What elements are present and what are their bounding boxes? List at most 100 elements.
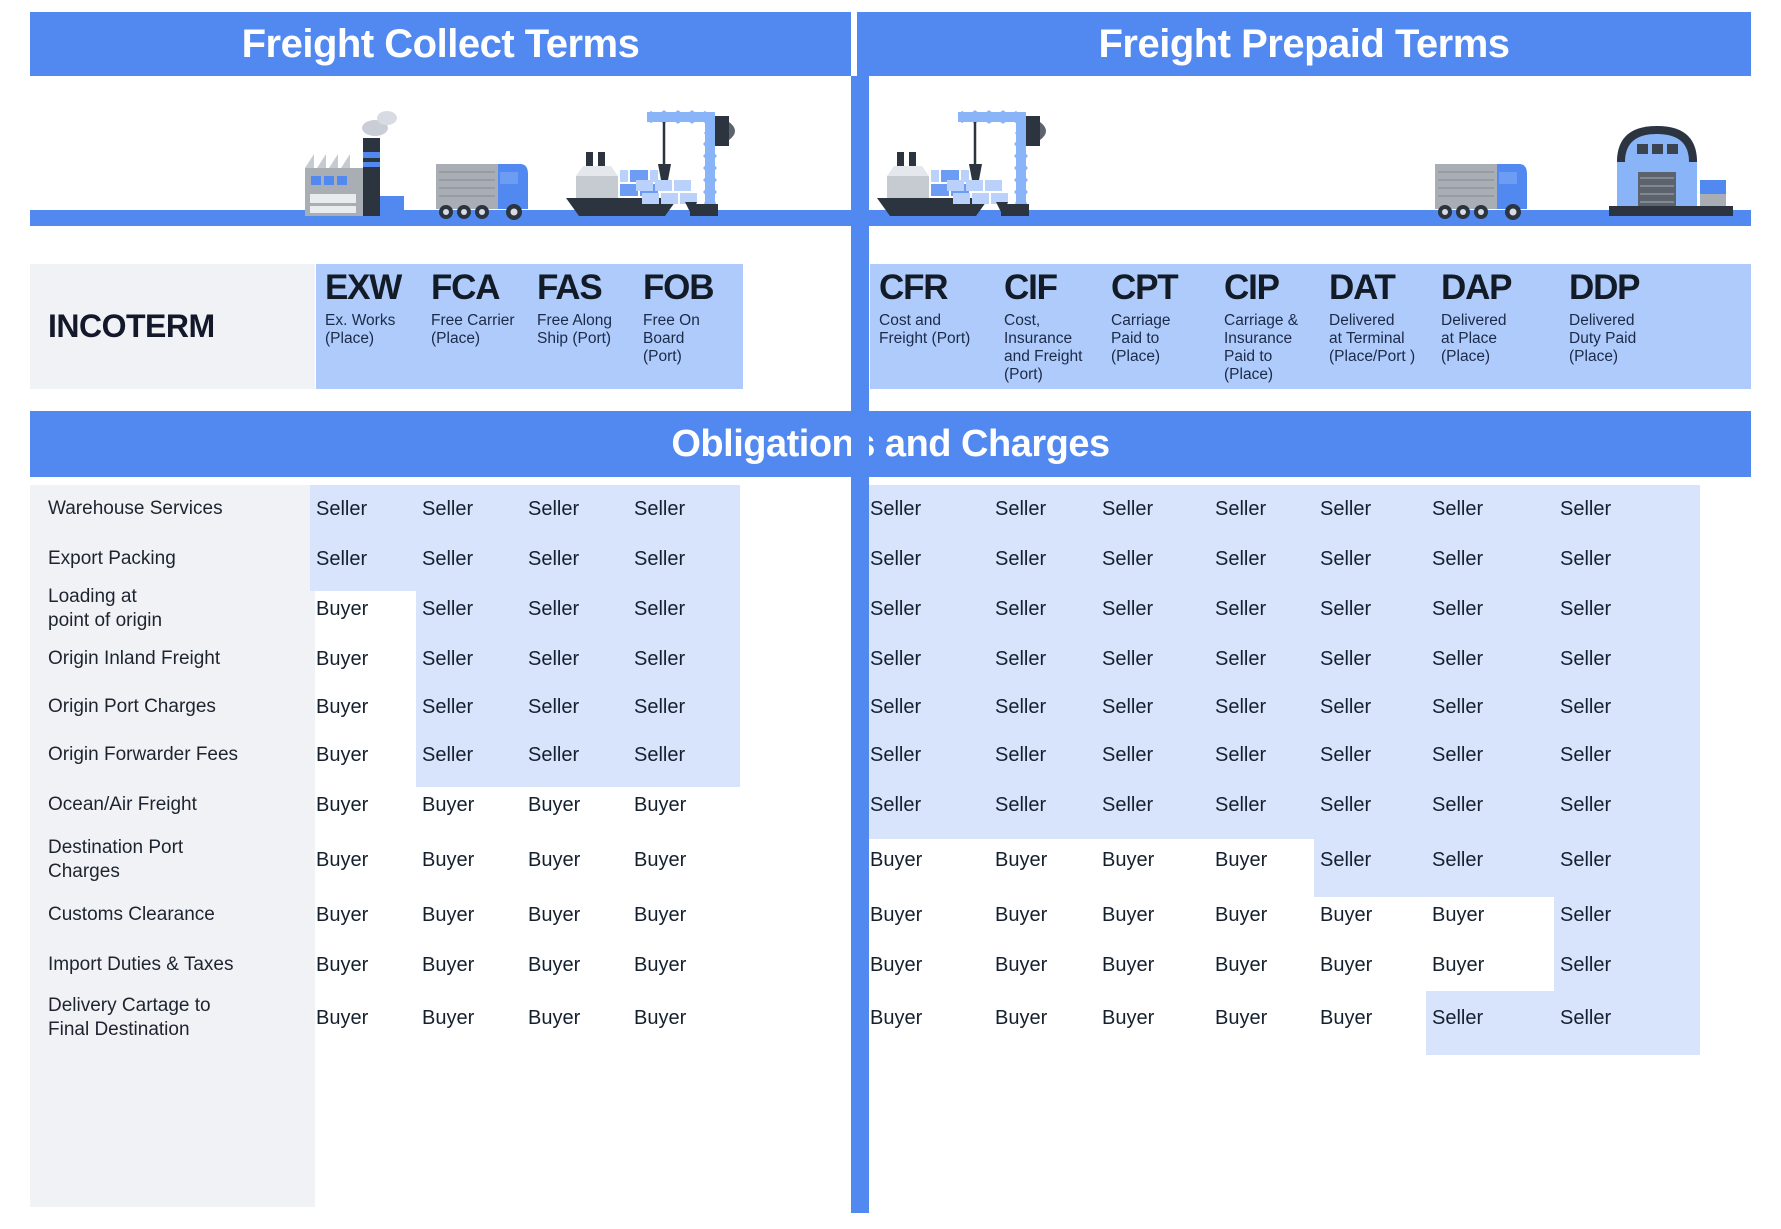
obligation-cell: Seller: [422, 547, 474, 570]
incoterm-subtitle: Free Carrier (Place): [431, 312, 515, 347]
obligation-cell: Buyer: [528, 793, 581, 816]
incoterm-col-fob: FOB Free On Board (Port): [634, 264, 740, 389]
incoterm-col-cif: CIF Cost, Insurance and Freight (Port): [995, 264, 1102, 389]
obligation-cell: Buyer: [1102, 953, 1155, 976]
obligation-cell: Seller: [528, 497, 580, 520]
obligation-cell: Seller: [995, 695, 1047, 718]
obligation-cell: Seller: [1432, 695, 1484, 718]
obligation-cell: Buyer: [1320, 903, 1373, 926]
incoterm-code: EXW: [325, 268, 402, 307]
obligation-cell: Seller: [422, 743, 474, 766]
incoterm-code: CIF: [1004, 268, 1058, 307]
incoterm-code: DDP: [1569, 268, 1640, 307]
freight-collect-banner: Freight Collect Terms: [30, 12, 851, 76]
prepaid-scene: [877, 110, 1733, 220]
obligation-cell: Seller: [1320, 497, 1372, 520]
obligation-cell: Seller: [995, 793, 1047, 816]
warehouse-icon: [1609, 126, 1733, 216]
obligation-cell: Seller: [528, 547, 580, 570]
obligation-cell: Buyer: [316, 848, 369, 871]
obligation-cell: Seller: [422, 647, 474, 670]
obligation-cell: Buyer: [1432, 953, 1485, 976]
obligation-cell: Seller: [634, 647, 686, 670]
incoterm-col-cip: CIP Carriage & Insurance Paid to (Place): [1215, 264, 1320, 389]
obligation-cell: Buyer: [995, 1006, 1048, 1029]
obligation-cell: Seller: [870, 743, 922, 766]
obligation-row-label: Destination Port Charges: [48, 837, 184, 882]
obligation-cell: Seller: [995, 497, 1047, 520]
obligation-cell: Buyer: [1215, 1006, 1268, 1029]
obligation-cell: Seller: [1560, 497, 1612, 520]
incoterm-col-exw: EXW Ex. Works (Place): [316, 264, 422, 389]
obligation-cell: Seller: [528, 647, 580, 670]
obligation-cell: Seller: [1560, 647, 1612, 670]
incoterm-subtitle: Cost, Insurance and Freight (Port): [1004, 312, 1083, 383]
obligation-cell: Buyer: [316, 793, 369, 816]
incoterm-col-cfr: CFR Cost and Freight (Port): [870, 264, 995, 389]
obligation-cell: Seller: [1320, 597, 1372, 620]
obligation-row-label: Export Packing: [48, 548, 176, 569]
incoterm-subtitle: Carriage & Insurance Paid to (Place): [1224, 312, 1299, 383]
obligation-cell: Buyer: [870, 903, 923, 926]
obligations-matrix: Warehouse Services Seller Seller Seller Sell…: [0, 485, 1781, 1213]
obligation-cell: Seller: [1102, 695, 1154, 718]
obligation-cell: Seller: [1320, 695, 1372, 718]
obligation-cell: Buyer: [316, 903, 369, 926]
incoterm-col-dat: DAT Delivered at Terminal (Place/Port ): [1320, 264, 1432, 389]
truck-icon: [1435, 164, 1527, 220]
incoterm-label: INCOTERM: [48, 308, 215, 344]
obligation-row-label: Loading at point of origin: [48, 586, 163, 631]
incoterm-header-prepaid: CFR Cost and Freight (Port) CIF Cost, Insur…: [870, 264, 1751, 389]
incoterm-code: DAT: [1329, 268, 1396, 307]
obligation-cell: Seller: [1560, 953, 1612, 976]
obligation-cell: Seller: [1102, 647, 1154, 670]
obligation-cell: Seller: [995, 647, 1047, 670]
collect-scene: [305, 110, 735, 220]
incoterm-subtitle: Delivered at Terminal (Place/Port ): [1329, 312, 1416, 365]
obligation-cell: Buyer: [528, 848, 581, 871]
obligation-cell: Seller: [1432, 1006, 1484, 1029]
obligation-cell: Seller: [1215, 793, 1267, 816]
obligation-cell: Seller: [995, 597, 1047, 620]
obligation-cell: Buyer: [1102, 1006, 1155, 1029]
obligation-cell: Seller: [634, 547, 686, 570]
obligation-cell: Buyer: [1215, 848, 1268, 871]
obligation-cell: Seller: [422, 497, 474, 520]
obligation-cell: Seller: [1560, 695, 1612, 718]
obligation-cell: Seller: [1432, 743, 1484, 766]
port-crane-icon: [947, 110, 1046, 216]
obligation-cell: Buyer: [528, 953, 581, 976]
obligation-cell: Seller: [634, 497, 686, 520]
incoterm-header-collect: EXW Ex. Works (Place) FCA Free Carrier (Pla…: [316, 264, 743, 389]
port-crane-icon: [636, 110, 735, 216]
obligation-cell: Seller: [1560, 793, 1612, 816]
prepaid-illustration-panel: [857, 76, 1751, 236]
incoterm-code: FAS: [537, 268, 603, 307]
obligation-cell: Buyer: [634, 793, 687, 816]
obligation-cell: Seller: [1560, 848, 1612, 871]
incoterm-code: CPT: [1111, 268, 1179, 307]
obligation-cell: Seller: [316, 547, 368, 570]
obligation-cell: Seller: [1215, 743, 1267, 766]
truck-icon: [436, 164, 528, 220]
obligation-cell: Seller: [1320, 848, 1372, 871]
obligation-cell: Seller: [1102, 597, 1154, 620]
obligation-cell: Buyer: [422, 1006, 475, 1029]
obligation-cell: Buyer: [995, 953, 1048, 976]
obligation-cell: Seller: [1560, 743, 1612, 766]
obligation-cell: Seller: [422, 597, 474, 620]
obligation-cell: Buyer: [316, 1006, 369, 1029]
obligation-row-label: Warehouse Services: [48, 498, 223, 519]
obligation-cell: Seller: [1215, 497, 1267, 520]
obligation-row-label: Ocean/Air Freight: [48, 794, 197, 815]
obligation-cell: Seller: [995, 547, 1047, 570]
obligation-cell: Buyer: [995, 903, 1048, 926]
obligation-cell: Seller: [1560, 903, 1612, 926]
incoterm-code: CFR: [879, 268, 949, 307]
obligation-cell: Seller: [1102, 793, 1154, 816]
obligation-cell: Seller: [422, 695, 474, 718]
obligation-cell: Seller: [1320, 743, 1372, 766]
incoterm-code: FCA: [431, 268, 501, 307]
obligation-cell: Buyer: [1320, 1006, 1373, 1029]
obligation-cell: Buyer: [1432, 903, 1485, 926]
